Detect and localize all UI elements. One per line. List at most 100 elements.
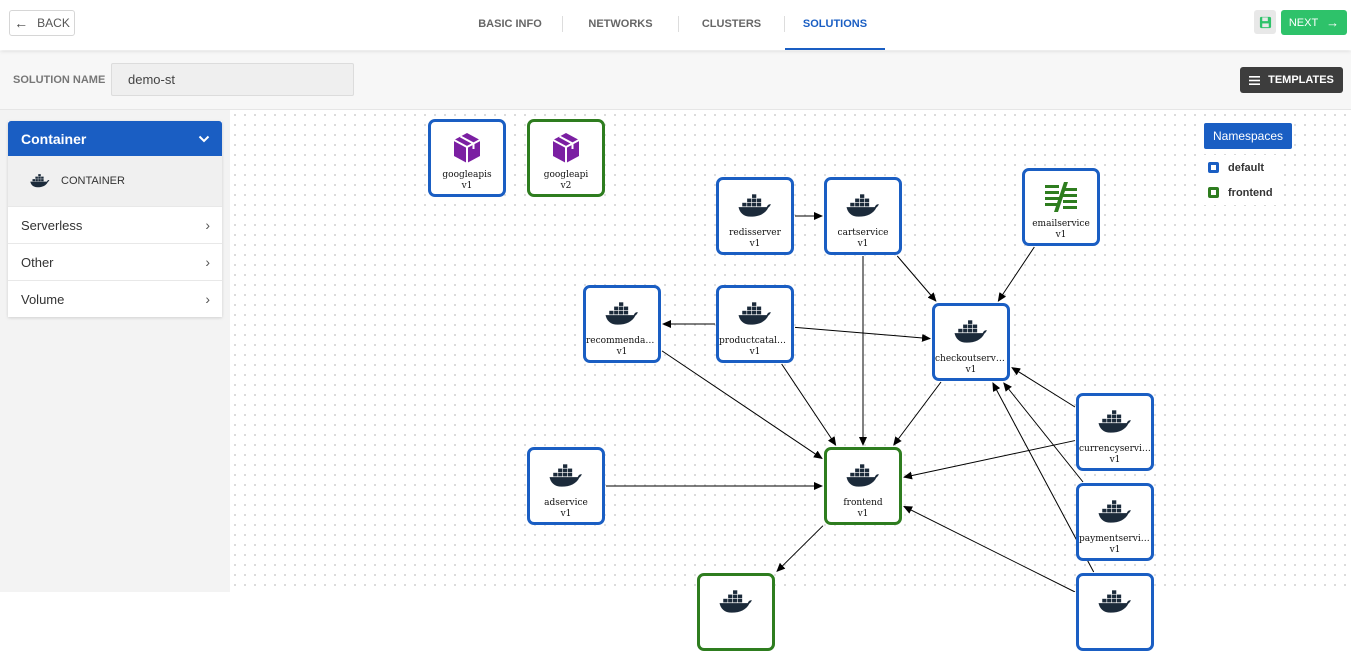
node-version: v1: [749, 347, 761, 357]
node-version: v1: [965, 365, 977, 375]
docker-icon: [719, 586, 753, 618]
node-bottom-right[interactable]: [1076, 573, 1154, 651]
docker-icon: [1098, 586, 1132, 618]
node-version: v1: [461, 181, 473, 191]
docker-icon: [954, 316, 988, 348]
top-navigation-bar: ← BACK BASIC INFO NETWORKS CLUSTERS SOLU…: [0, 0, 1351, 50]
component-palette: Container CONTAINER Serverless › Other ›: [8, 121, 222, 317]
namespaces-legend-title: Namespaces: [1204, 123, 1292, 149]
chevron-right-icon: ›: [205, 291, 210, 307]
next-button[interactable]: NEXT →: [1281, 10, 1347, 35]
node-emailservice[interactable]: emailservice v1: [1022, 168, 1100, 246]
namespaces-legend: default frontend: [1204, 155, 1284, 205]
node-productcatalog[interactable]: productcatalog… v1: [716, 285, 794, 363]
node-version: v2: [560, 181, 572, 191]
docker-icon: [738, 298, 772, 330]
floppy-disk-icon: [1259, 16, 1271, 28]
node-name: googleapis: [442, 170, 492, 180]
node-paymentservice[interactable]: paymentservice v1: [1076, 483, 1154, 561]
node-googleapi[interactable]: googleapi v2: [527, 119, 605, 197]
component-sidebar: Container CONTAINER Serverless › Other ›: [0, 110, 230, 592]
section-other[interactable]: Other ›: [8, 243, 222, 280]
node-recommendation[interactable]: recommendatio…v1: [583, 285, 661, 363]
node-checkoutservice[interactable]: checkoutservice v1: [932, 303, 1010, 381]
node-version: v1: [857, 239, 869, 249]
package-icon: [452, 132, 482, 164]
node-adservice[interactable]: adservice v1: [527, 447, 605, 525]
node-name: recommendatio…: [586, 336, 658, 346]
namespace-frontend-swatch: [1208, 187, 1219, 198]
tab-clusters-label: CLUSTERS: [701, 18, 762, 30]
tab-solutions[interactable]: SOLUTIONS: [785, 0, 885, 50]
node-name: cartservice: [837, 228, 889, 238]
namespace-default-label: default: [1228, 161, 1265, 174]
tab-networks-label: NETWORKS: [588, 18, 653, 30]
arrow-left-icon: ←: [14, 15, 29, 31]
docker-icon: [549, 460, 583, 492]
solution-name-label: SOLUTION NAME: [13, 74, 106, 86]
palette-item-label: CONTAINER: [61, 175, 125, 187]
namespace-frontend-label: frontend: [1228, 186, 1273, 199]
node-name: paymentservice: [1079, 534, 1151, 544]
node-version: v1: [857, 509, 869, 519]
node-name: frontend: [843, 498, 883, 508]
arrow-right-icon: →: [1326, 15, 1340, 30]
tab-basic-info[interactable]: BASIC INFO: [458, 0, 562, 48]
node-redisserver[interactable]: redisserver v1: [716, 177, 794, 255]
tab-solutions-label: SOLUTIONS: [802, 18, 868, 30]
chevron-right-icon: ›: [205, 254, 210, 270]
templates-label: TEMPLATES: [1268, 74, 1334, 86]
node-googleapis[interactable]: googleapis v1: [428, 119, 506, 197]
tab-basic-info-label: BASIC INFO: [478, 18, 542, 30]
tab-clusters[interactable]: CLUSTERS: [679, 0, 784, 48]
docker-icon: [846, 460, 880, 492]
node-version: v1: [1055, 230, 1067, 240]
solution-name-bar: SOLUTION NAME demo-st TEMPLATES: [0, 51, 1351, 110]
node-version: v1: [1109, 545, 1121, 555]
node-currencyservice[interactable]: currencyservice v1: [1076, 393, 1154, 471]
wizard-tabs: BASIC INFO NETWORKS CLUSTERS SOLUTIONS: [458, 0, 885, 50]
node-name: redisserver: [729, 228, 781, 238]
section-volume-label: Volume: [21, 291, 65, 307]
email-service-icon: [1044, 181, 1078, 213]
docker-icon: [1098, 406, 1132, 438]
menu-lines-icon: [1249, 75, 1261, 85]
docker-icon: [605, 298, 639, 330]
section-serverless-label: Serverless: [21, 217, 83, 233]
node-version: v1: [1109, 455, 1121, 465]
node-name: currencyservice: [1079, 444, 1151, 454]
section-header-container[interactable]: Container: [8, 121, 222, 156]
back-label: BACK: [37, 16, 70, 30]
node-name: productcatalog…: [719, 336, 791, 346]
section-other-label: Other: [21, 254, 54, 270]
docker-icon: [30, 174, 50, 188]
node-bottom-left[interactable]: [697, 573, 775, 651]
section-serverless[interactable]: Serverless ›: [8, 206, 222, 243]
node-name: emailservice: [1032, 219, 1090, 229]
node-frontend[interactable]: frontend v1: [824, 447, 902, 525]
docker-icon: [1098, 496, 1132, 528]
back-button[interactable]: ← BACK: [9, 10, 75, 36]
node-version: v1: [560, 509, 572, 519]
chevron-right-icon: ›: [205, 217, 210, 233]
namespace-default[interactable]: default: [1204, 155, 1284, 180]
node-version: v1: [749, 239, 761, 249]
section-container-label: Container: [21, 130, 87, 147]
node-version: v1: [616, 347, 628, 357]
templates-button[interactable]: TEMPLATES: [1240, 67, 1343, 93]
node-name: adservice: [544, 498, 588, 508]
solution-name-input[interactable]: demo-st: [111, 63, 354, 96]
node-name: checkoutservice: [935, 354, 1007, 364]
docker-icon: [738, 190, 772, 222]
namespace-default-swatch: [1208, 162, 1219, 173]
node-name: googleapi: [543, 170, 589, 180]
tab-networks[interactable]: NETWORKS: [563, 0, 678, 48]
save-button[interactable]: [1254, 10, 1276, 34]
palette-item-container[interactable]: CONTAINER: [8, 156, 222, 206]
next-label: NEXT: [1288, 16, 1319, 29]
namespace-frontend[interactable]: frontend: [1204, 180, 1284, 205]
section-volume[interactable]: Volume ›: [8, 280, 222, 317]
package-icon: [551, 132, 581, 164]
chevron-down-icon: [198, 135, 210, 142]
node-cartservice[interactable]: cartservice v1: [824, 177, 902, 255]
